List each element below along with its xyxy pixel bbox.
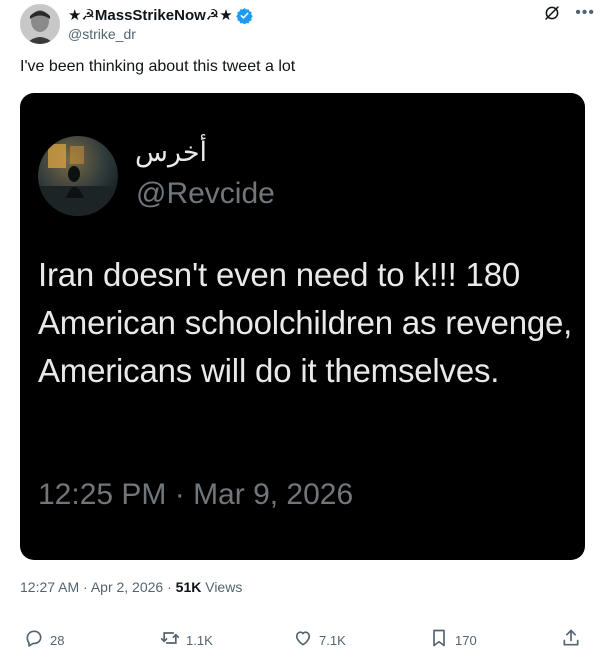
verified-badge-icon bbox=[235, 7, 253, 24]
author-avatar[interactable] bbox=[20, 4, 60, 44]
views-count: 51K bbox=[175, 579, 202, 595]
repost-count: 1.1K bbox=[186, 632, 213, 648]
tweet-header: ★☭MassStrikeNow☭★ @strike_dr ••• bbox=[20, 4, 595, 44]
header-actions: ••• bbox=[543, 4, 595, 22]
bookmark-count: 170 bbox=[455, 632, 477, 648]
tweet-actions: 28 1.1K 7.1K 170 bbox=[20, 627, 585, 653]
share-button[interactable] bbox=[561, 627, 581, 653]
like-count: 7.1K bbox=[319, 632, 346, 648]
author-display-name[interactable]: ★☭MassStrikeNow☭★ bbox=[68, 6, 233, 24]
author-names: ★☭MassStrikeNow☭★ @strike_dr bbox=[68, 5, 253, 42]
author-handle[interactable]: @strike_dr bbox=[68, 26, 253, 42]
tweet-text: I've been thinking about this tweet a lo… bbox=[20, 58, 296, 75]
views-label: Views bbox=[201, 579, 243, 595]
bookmark-button[interactable]: 170 bbox=[429, 627, 477, 653]
repost-button[interactable]: 1.1K bbox=[160, 627, 213, 653]
reply-count: 28 bbox=[50, 632, 65, 648]
quoted-handle: @Revcide bbox=[136, 177, 275, 210]
quoted-text: Iran doesn't even need to k!!! 180 Ameri… bbox=[38, 256, 573, 389]
grok-icon[interactable] bbox=[543, 4, 561, 22]
bookmark-icon bbox=[429, 628, 449, 653]
heart-icon bbox=[293, 628, 313, 653]
tweet-timestamp[interactable]: 12:27 AM · Apr 2, 2026 · bbox=[20, 579, 176, 595]
reply-icon bbox=[24, 628, 44, 653]
share-icon bbox=[561, 628, 581, 653]
more-options-icon[interactable]: ••• bbox=[575, 4, 595, 22]
quoted-avatar bbox=[38, 136, 118, 216]
quoted-display-name: أخرس bbox=[135, 137, 208, 168]
reply-button[interactable]: 28 bbox=[24, 627, 64, 653]
tweet-media-image[interactable]: أخرس @Revcide Iran doesn't even need to … bbox=[20, 93, 585, 560]
tweet-meta: 12:27 AM · Apr 2, 2026 · 51K Views bbox=[20, 579, 242, 595]
quoted-timestamp: 12:25 PM · Mar 9, 2026 bbox=[38, 478, 354, 511]
like-button[interactable]: 7.1K bbox=[293, 627, 346, 653]
repost-icon bbox=[160, 628, 180, 653]
